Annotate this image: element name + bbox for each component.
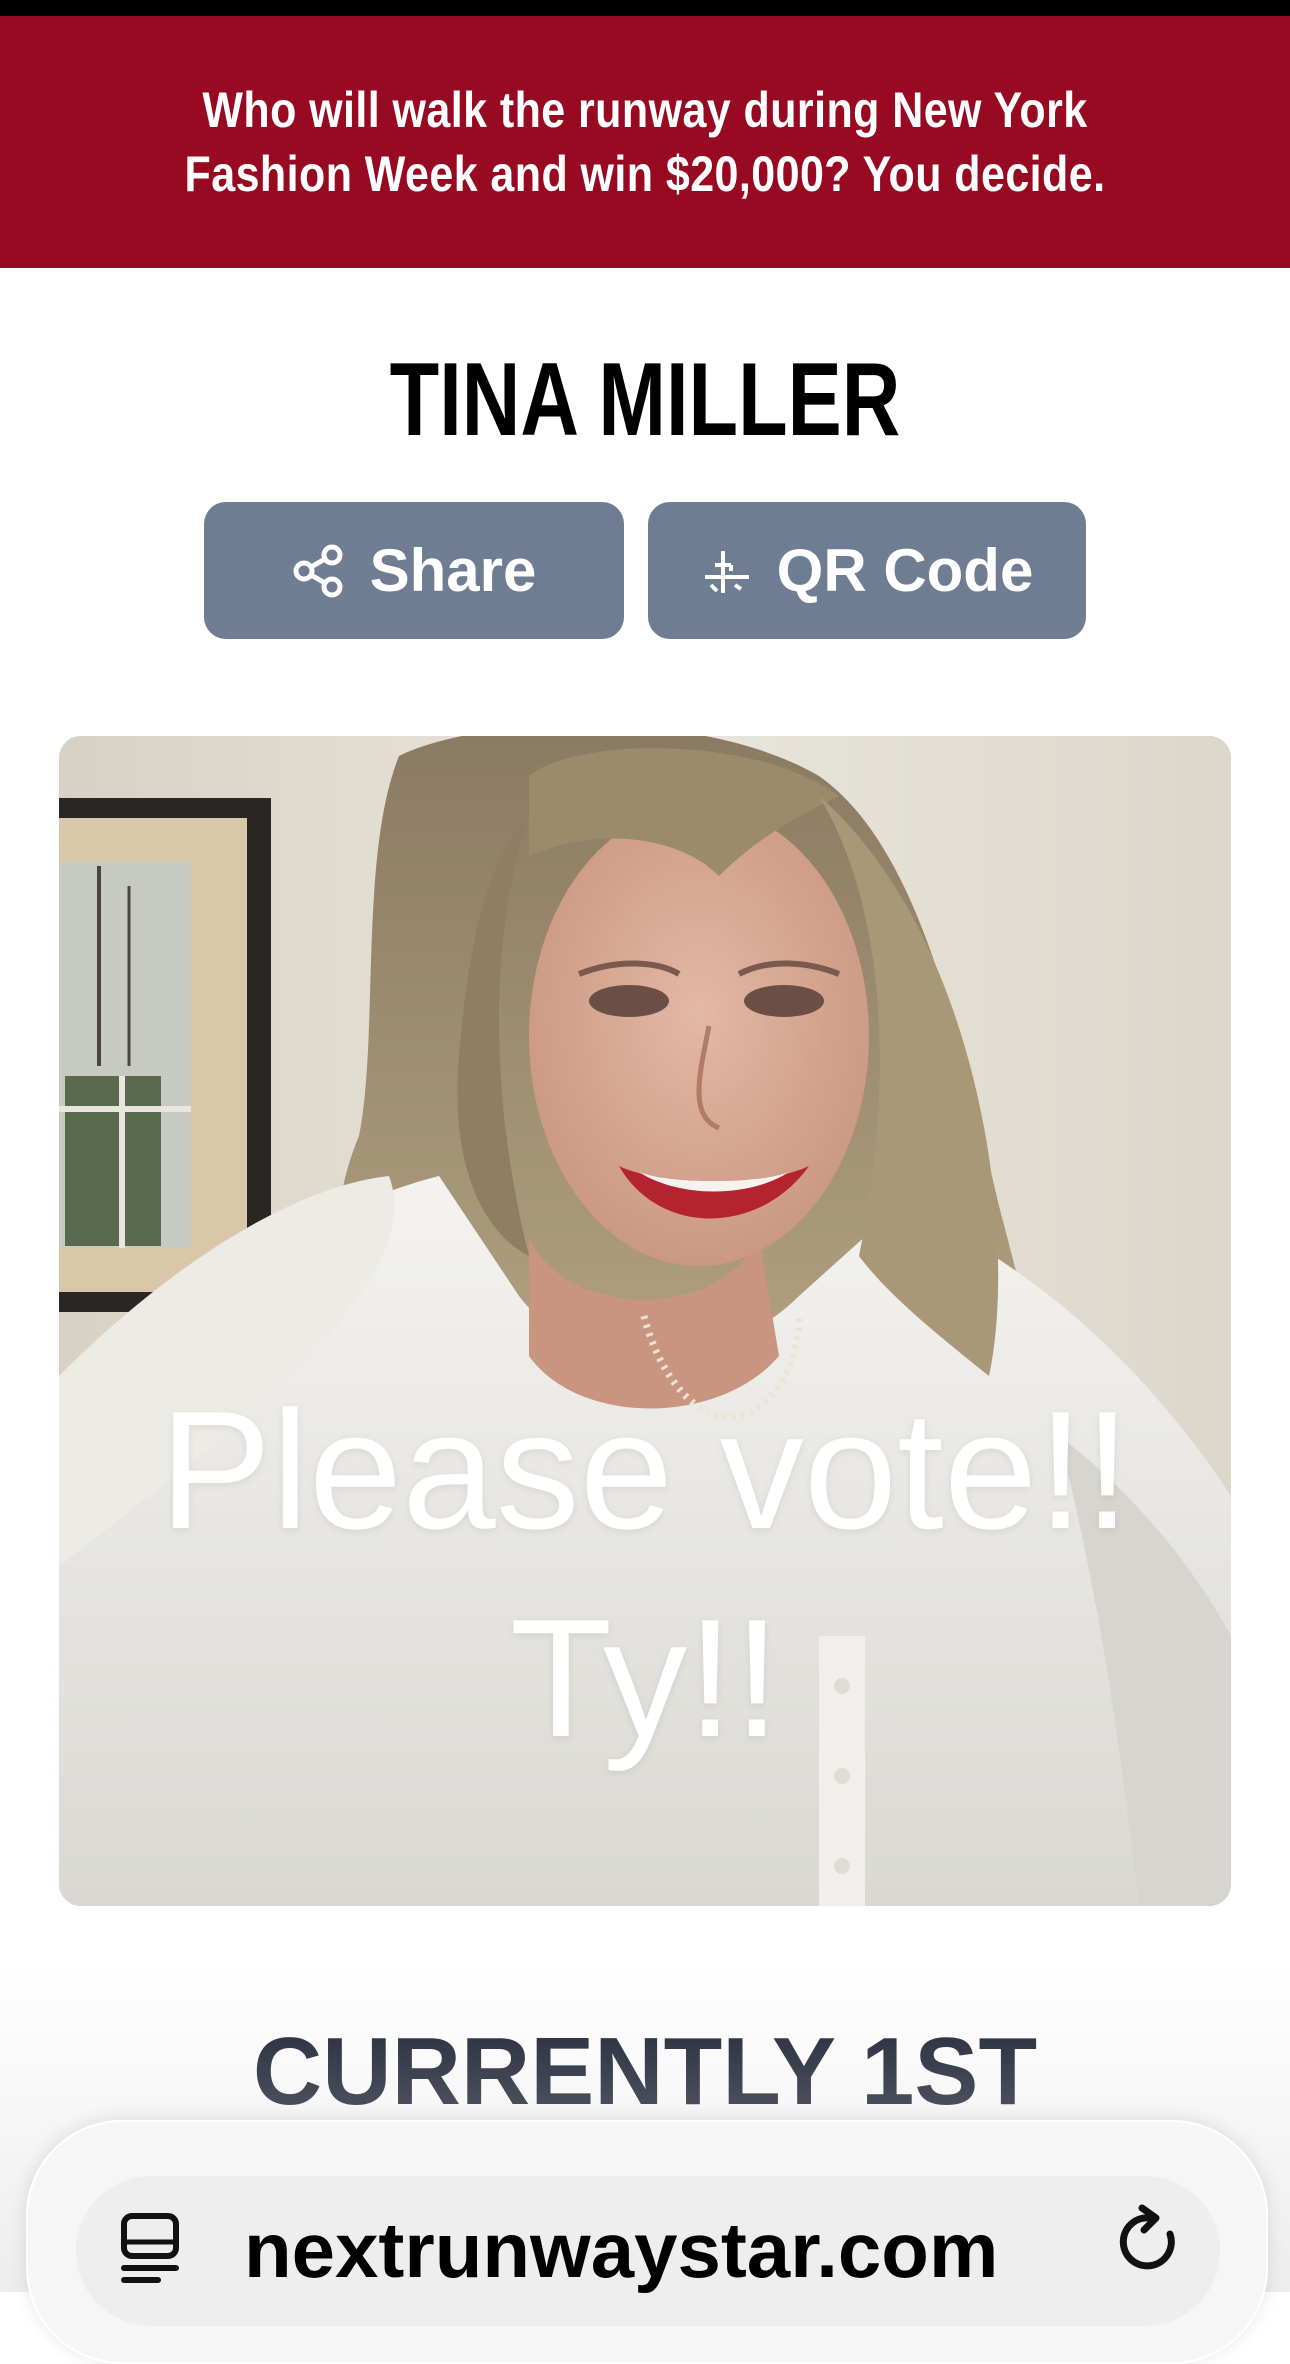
status-bar-strip xyxy=(0,0,1290,16)
qr-code-button[interactable]: QR Code xyxy=(648,502,1086,639)
qr-code-button-label: QR Code xyxy=(776,537,1034,604)
contestant-video[interactable]: Please vote!! Ty!! xyxy=(59,736,1231,1906)
promo-banner: Who will walk the runway during New York… xyxy=(0,16,1290,268)
site-settings-icon[interactable] xyxy=(118,2212,182,2284)
video-caption: Please vote!! Ty!! xyxy=(59,1366,1231,1782)
contestant-name: TINA MILLER xyxy=(389,342,901,458)
banner-text: Who will walk the runway during New York… xyxy=(184,82,1106,202)
url-text[interactable]: nextrunwaystar.com xyxy=(244,2204,998,2296)
qr-code-icon xyxy=(701,545,753,597)
reload-icon[interactable] xyxy=(1112,2204,1188,2280)
rank-status: CURRENTLY 1ST xyxy=(252,2018,1038,2125)
share-icon xyxy=(292,544,346,598)
share-button-label: Share xyxy=(369,537,537,604)
share-button[interactable]: Share xyxy=(204,502,624,639)
video-caption-line-2: Ty!! xyxy=(509,1584,781,1772)
video-caption-line-1: Please vote!! xyxy=(159,1376,1131,1564)
